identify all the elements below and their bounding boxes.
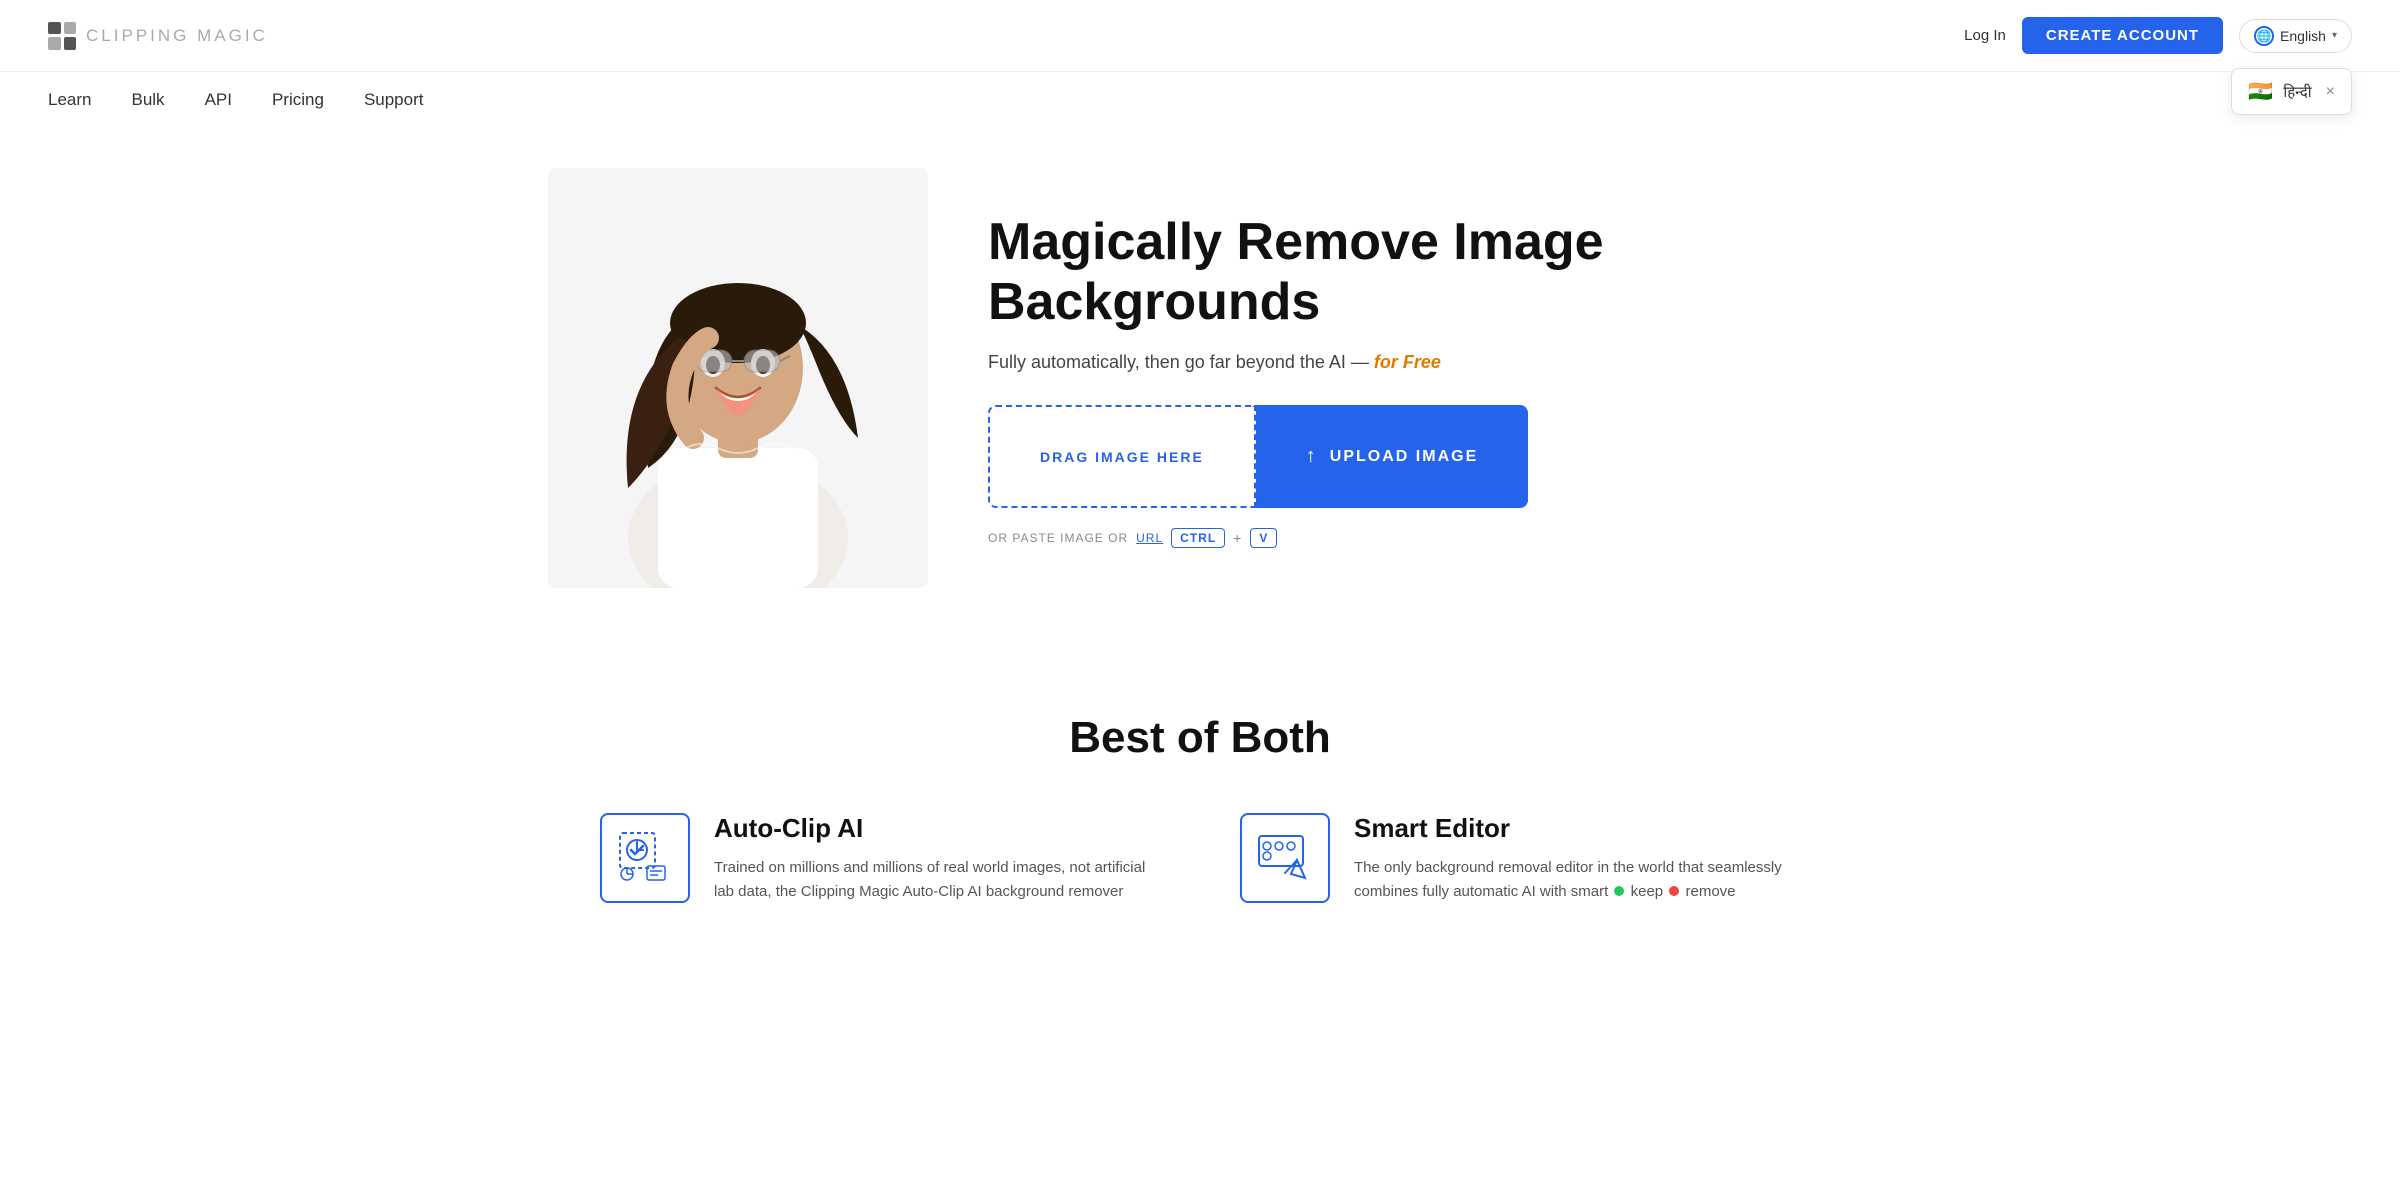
best-of-both-title: Best of Both [48, 713, 2352, 763]
smart-editor-title: Smart Editor [1354, 813, 1800, 844]
dot-green [1614, 886, 1624, 896]
language-dropdown: 🇮🇳 हिन्दी × [2231, 68, 2352, 115]
best-section: Best of Both Auto- [0, 653, 2400, 944]
nav-item-learn[interactable]: Learn [48, 90, 91, 110]
url-link[interactable]: URL [1136, 531, 1163, 545]
upload-area: DRAG IMAGE HERE ↑ UPLOAD IMAGE [988, 405, 1852, 508]
drag-zone-label: DRAG IMAGE HERE [1040, 449, 1204, 465]
nav-item-pricing[interactable]: Pricing [272, 90, 324, 110]
autoclip-icon [615, 828, 675, 888]
logo-sq-1 [48, 22, 61, 35]
close-language-button[interactable]: × [2326, 83, 2335, 101]
smart-editor-icon [1255, 828, 1315, 888]
autoclip-text: Auto-Clip AI Trained on millions and mil… [714, 813, 1160, 904]
globe-icon: 🌐 [2254, 26, 2274, 46]
hero-image [548, 168, 928, 593]
paste-hint: OR PASTE IMAGE OR URL CTRL + V [988, 528, 1852, 548]
logo[interactable]: CLIPPING MAGIC [48, 22, 268, 50]
nav-item-api[interactable]: API [205, 90, 232, 110]
hindi-label: हिन्दी [2283, 82, 2311, 102]
logo-sq-3 [48, 37, 61, 50]
chevron-down-icon: ▾ [2332, 30, 2337, 41]
logo-sq-2 [64, 22, 77, 35]
language-selector[interactable]: 🌐 English ▾ [2239, 19, 2352, 53]
header: CLIPPING MAGIC Log In CREATE ACCOUNT 🌐 E… [0, 0, 2400, 72]
smart-editor-icon-box [1240, 813, 1330, 903]
nav-item-support[interactable]: Support [364, 90, 424, 110]
login-link[interactable]: Log In [1964, 27, 2006, 44]
for-free-text: for Free [1374, 352, 1441, 372]
logo-sq-4 [64, 37, 77, 50]
upload-image-button[interactable]: ↑ UPLOAD IMAGE [1256, 405, 1528, 508]
smart-editor-text: Smart Editor The only background removal… [1354, 813, 1800, 904]
dot-red [1669, 886, 1679, 896]
upload-icon: ↑ [1306, 445, 1318, 468]
header-right: Log In CREATE ACCOUNT 🌐 English ▾ [1964, 17, 2352, 54]
hero-title: Magically Remove Image Backgrounds [988, 213, 1852, 333]
hero-content: Magically Remove Image Backgrounds Fully… [988, 213, 1852, 549]
hero-subtitle: Fully automatically, then go far beyond … [988, 352, 1852, 373]
main-nav: Learn Bulk API Pricing Support [0, 72, 2400, 128]
autoclip-title: Auto-Clip AI [714, 813, 1160, 844]
feature-autoclip: Auto-Clip AI Trained on millions and mil… [600, 813, 1160, 904]
hero-section: Magically Remove Image Backgrounds Fully… [500, 128, 1900, 653]
drag-drop-zone[interactable]: DRAG IMAGE HERE [988, 405, 1256, 508]
v-key-badge: V [1250, 528, 1277, 548]
language-label: English [2280, 28, 2326, 44]
nav-item-bulk[interactable]: Bulk [131, 90, 164, 110]
autoclip-description: Trained on millions and millions of real… [714, 856, 1160, 904]
smart-editor-description: The only background removal editor in th… [1354, 856, 1800, 904]
autoclip-icon-box [600, 813, 690, 903]
logo-squares [48, 22, 76, 50]
create-account-button[interactable]: CREATE ACCOUNT [2022, 17, 2223, 54]
plus-separator: + [1233, 530, 1242, 546]
flag-icon: 🇮🇳 [2248, 79, 2273, 104]
logo-text: CLIPPING MAGIC [86, 26, 268, 46]
hero-photo [548, 168, 928, 588]
feature-smart-editor: Smart Editor The only background removal… [1240, 813, 1800, 904]
features-grid: Auto-Clip AI Trained on millions and mil… [600, 813, 1800, 904]
ctrl-key-badge: CTRL [1171, 528, 1225, 548]
